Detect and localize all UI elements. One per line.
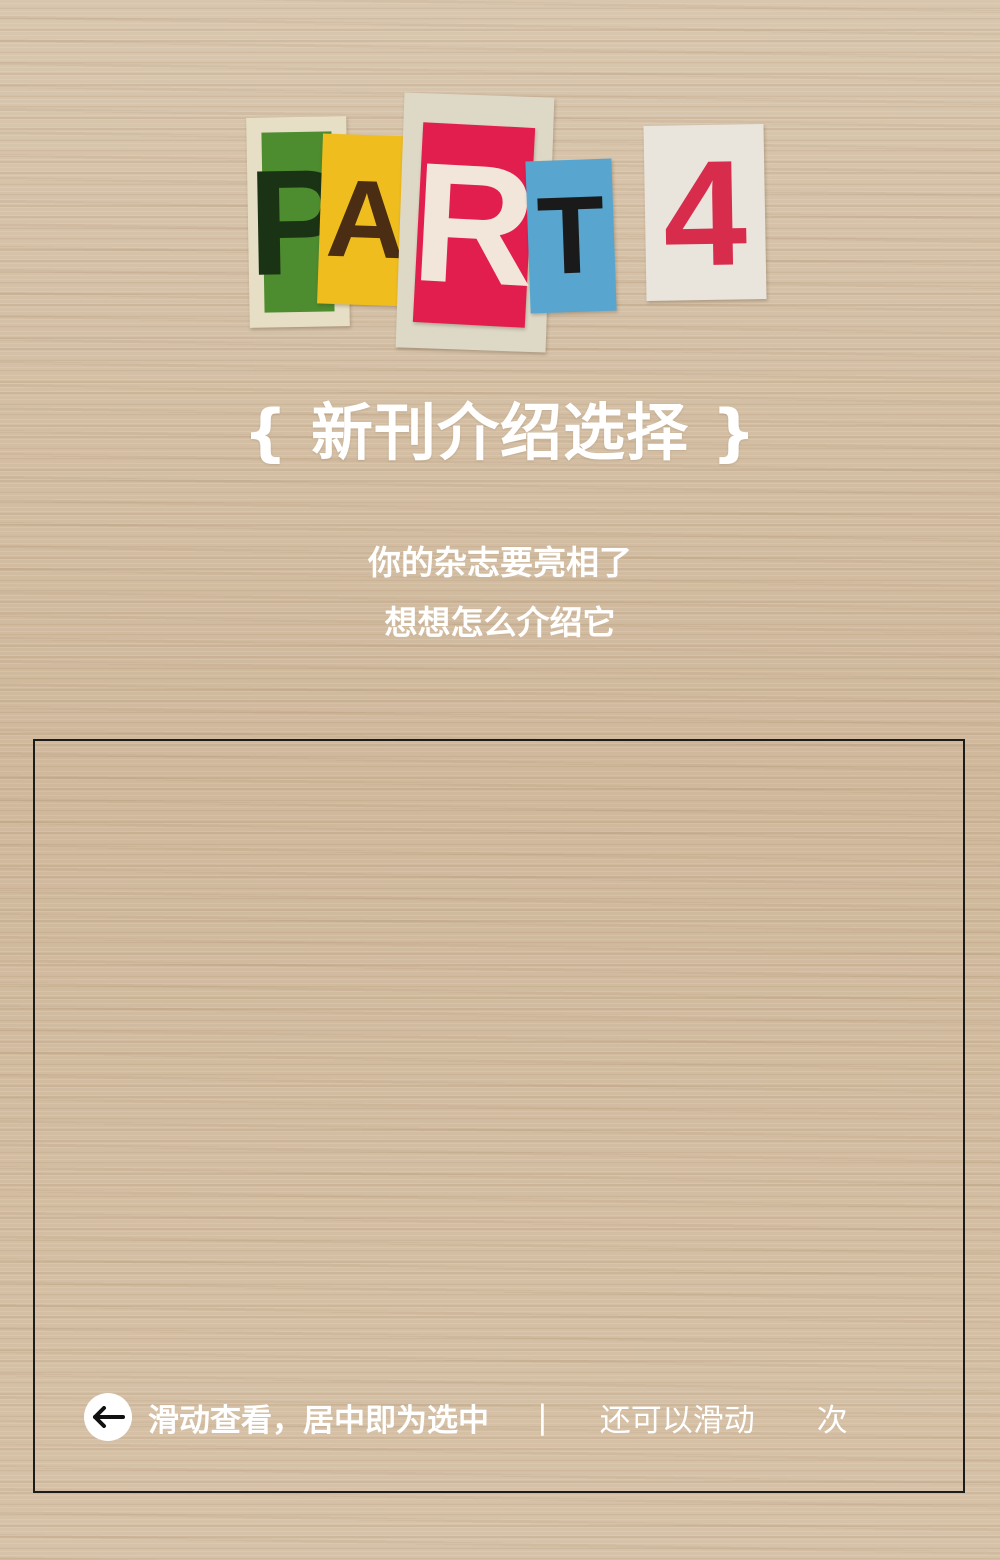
remaining-swipes-label: 还可以滑动 <box>599 1402 755 1439</box>
part-letter-t: T <box>525 158 617 314</box>
cover-carousel-frame[interactable] <box>33 739 965 1493</box>
intro-line-2: 想想怎么介绍它 <box>384 603 616 642</box>
part-4-title-collage: P A R T 4 <box>240 92 770 360</box>
part-number-4: 4 <box>643 123 767 302</box>
arrow-left-icon <box>93 1406 125 1428</box>
hint-divider: | <box>537 1398 548 1436</box>
swipe-left-button[interactable] <box>84 1393 132 1441</box>
intro-text: 你的杂志要亮相了 想想怎么介绍它 <box>0 533 1000 653</box>
remaining-swipes-unit: 次 <box>816 1402 848 1439</box>
swipe-hint-primary: 滑动查看，居中即为选中 <box>148 1402 489 1439</box>
swipe-hint-bar: 滑动查看，居中即为选中 | 还可以滑动 次 <box>84 1391 934 1443</box>
part-letter-r: R <box>408 122 540 328</box>
section-title: { 新刊介绍选择 } <box>243 396 757 469</box>
intro-line-1: 你的杂志要亮相了 <box>368 543 632 582</box>
